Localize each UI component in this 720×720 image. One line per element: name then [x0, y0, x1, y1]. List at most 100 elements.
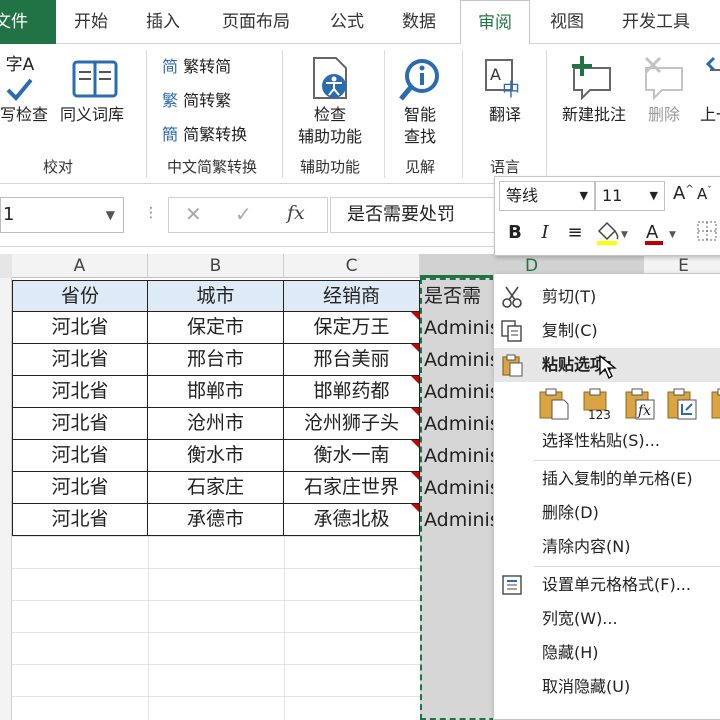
ribbon-tab-bar: 文件 开始 插入 页面布局 公式 数据 审阅 视图 开发工具 [0, 0, 720, 45]
menu-delete[interactable]: 删除(D) [494, 496, 720, 530]
smart-lookup-icon [398, 56, 442, 102]
tab-insert[interactable]: 插入 [146, 0, 180, 44]
borders-icon[interactable] [693, 219, 720, 247]
font-size-select[interactable]: 11 ▼ [595, 181, 665, 211]
table-cell[interactable]: 衡水一南 [284, 440, 420, 472]
table-cell[interactable]: 河北省 [12, 408, 148, 440]
table-cell[interactable]: 沧州市 [148, 408, 284, 440]
chevron-down-icon[interactable]: ▼ [106, 198, 115, 232]
row-header-strip [0, 254, 12, 720]
group-separator [282, 50, 283, 178]
table-cell[interactable]: 保定万王 [284, 312, 420, 344]
menu-copy[interactable]: 复制(C) [494, 314, 720, 348]
to-simplified-button[interactable]: 简 繁转简 [162, 56, 231, 78]
translate-button[interactable]: 翻译 [480, 104, 530, 126]
table-cell[interactable]: 承德市 [148, 504, 284, 536]
previous-comment-button[interactable]: 上一 [700, 104, 720, 126]
tab-developer[interactable]: 开发工具 [622, 0, 690, 44]
tab-formulas[interactable]: 公式 [330, 0, 364, 44]
smart-lookup-button[interactable]: 智能 查找 [394, 104, 446, 148]
comment-indicator [411, 344, 419, 352]
new-comment-icon [570, 54, 616, 101]
copy-icon [500, 319, 524, 343]
formula-input[interactable]: 是否需要处罚 [330, 197, 498, 233]
menu-clear-contents[interactable]: 清除内容(N) [494, 530, 720, 564]
check-accessibility-button[interactable]: 检查 辅助功能 [292, 104, 368, 148]
header-cell[interactable]: 省份 [12, 280, 148, 312]
menu-paste-special[interactable]: 选择性粘贴(S)... [494, 424, 720, 458]
table-cell[interactable]: 衡水市 [148, 440, 284, 472]
thesaurus-button[interactable]: 同义词库 [60, 104, 124, 126]
convert-button[interactable]: 簡 简繁转换 [162, 124, 247, 146]
menu-hide[interactable]: 隐藏(H) [494, 636, 720, 670]
table-cell[interactable]: 沧州狮子头 [284, 408, 420, 440]
table-cell[interactable]: 河北省 [12, 376, 148, 408]
menu-column-width[interactable]: 列宽(W)... [494, 602, 720, 636]
table-cell[interactable]: 承德北极 [284, 504, 420, 536]
column-header-c[interactable]: C [284, 254, 420, 278]
gridline [12, 600, 420, 601]
paste-icon[interactable] [538, 386, 570, 420]
group-separator [384, 50, 385, 178]
cancel-icon[interactable]: ✕ [185, 202, 202, 226]
paste-transpose-icon[interactable] [666, 386, 698, 420]
table-cell[interactable]: 石家庄 [148, 472, 284, 504]
column-header-b[interactable]: B [148, 254, 284, 278]
menu-format-cells[interactable]: 设置单元格格式(F)... [494, 568, 720, 602]
translate-icon: A中 [484, 58, 530, 102]
mini-toolbar: 等线 ▼ 11 ▼ A^ Aˇ B I ≡ ▼ A ▼ [494, 176, 720, 256]
new-comment-button[interactable]: 新建批注 [556, 104, 632, 126]
tab-home[interactable]: 开始 [74, 0, 108, 44]
tab-view[interactable]: 视图 [550, 0, 584, 44]
tab-page-layout[interactable]: 页面布局 [222, 0, 290, 44]
bold-icon[interactable]: B [501, 219, 529, 247]
font-name-select[interactable]: 等线 ▼ [499, 181, 595, 211]
insert-function-icon[interactable]: fx [287, 202, 305, 224]
table-cell[interactable]: 石家庄世界 [284, 472, 420, 504]
enter-icon[interactable]: ✓ [235, 202, 252, 226]
increase-font-icon[interactable]: A^ [673, 183, 694, 204]
svg-text:A: A [646, 222, 659, 243]
paste-formulas-icon[interactable]: fx [624, 386, 656, 420]
svg-text:▼: ▼ [669, 230, 676, 240]
tab-file[interactable]: 文件 [0, 0, 56, 44]
excel-window: 文件 开始 插入 页面布局 公式 数据 审阅 视图 开发工具 字A 写检查 同义… [0, 0, 720, 720]
tab-review[interactable]: 审阅 [460, 0, 530, 45]
gridline [12, 664, 420, 665]
font-color-icon[interactable]: A ▼ [641, 219, 681, 247]
table-cell[interactable]: 邢台市 [148, 344, 284, 376]
header-cell[interactable]: 经销商 [284, 280, 420, 312]
svg-text:中: 中 [502, 80, 520, 101]
header-cell[interactable]: 城市 [148, 280, 284, 312]
select-all-corner[interactable] [0, 254, 12, 278]
menu-cut[interactable]: 剪切(T) [494, 280, 720, 314]
menu-unhide[interactable]: 取消隐藏(U) [494, 670, 720, 704]
to-traditional-button[interactable]: 繁 简转繁 [162, 90, 231, 112]
table-cell[interactable]: 河北省 [12, 504, 148, 536]
table-cell[interactable]: 邯郸药都 [284, 376, 420, 408]
spell-check-button[interactable]: 写检查 [0, 104, 48, 126]
column-header-a[interactable]: A [12, 254, 148, 278]
group-insights-label: 见解 [404, 158, 435, 176]
name-box[interactable]: 1 ▼ [0, 197, 124, 233]
align-center-icon[interactable]: ≡ [561, 219, 589, 247]
convert-icon: 簡 [162, 125, 179, 144]
thesaurus-icon [72, 58, 118, 100]
table-cell[interactable]: 邢台美丽 [284, 344, 420, 376]
tab-data[interactable]: 数据 [402, 0, 436, 44]
scissors-icon [500, 285, 524, 309]
delete-comment-button[interactable]: 删除 [646, 104, 682, 126]
check-icon [4, 76, 34, 102]
italic-icon[interactable]: I [531, 219, 559, 247]
table-cell[interactable]: 河北省 [12, 440, 148, 472]
table-cell[interactable]: 河北省 [12, 472, 148, 504]
decrease-font-icon[interactable]: Aˇ [697, 185, 712, 203]
table-cell[interactable]: 邯郸市 [148, 376, 284, 408]
table-cell[interactable]: 保定市 [148, 312, 284, 344]
table-cell[interactable]: 河北省 [12, 344, 148, 376]
menu-insert-copied-cells[interactable]: 插入复制的单元格(E) [494, 462, 720, 496]
fill-color-icon[interactable]: ▼ [591, 219, 631, 247]
paste-formatting-icon[interactable] [710, 386, 720, 420]
paste-values-icon[interactable]: 123 [582, 386, 614, 422]
table-cell[interactable]: 河北省 [12, 312, 148, 344]
